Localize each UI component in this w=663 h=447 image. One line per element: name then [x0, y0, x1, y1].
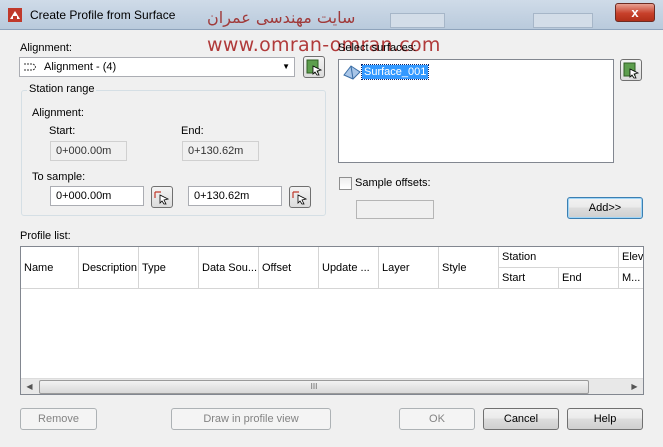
civil3d-app-icon [8, 8, 22, 22]
watermark-persian: سایت مهندسی عمران [207, 8, 356, 27]
to-sample-label: To sample: [32, 171, 86, 183]
close-button[interactable]: x [615, 3, 655, 22]
surface-icon [343, 65, 361, 80]
column-group-station: Station [499, 247, 619, 268]
surfaces-list[interactable]: Surface_001 [338, 59, 614, 163]
pick-point-icon [154, 191, 170, 205]
horizontal-scrollbar[interactable]: ◀ III ▶ [21, 378, 643, 394]
station-alignment-label: Alignment: [32, 107, 84, 119]
background-dropdown [533, 13, 593, 28]
alignment-label: Alignment: [20, 42, 72, 54]
column-group-elevation: Eleva [619, 247, 643, 268]
sample-offsets-input[interactable] [356, 200, 434, 219]
sample-offsets-checkbox[interactable] [339, 177, 352, 190]
background-dropdown [390, 13, 445, 28]
sample-offsets-label: Sample offsets: [355, 177, 431, 189]
add-button[interactable]: Add>> [567, 197, 643, 219]
column-header-offset[interactable]: Offset [259, 247, 319, 289]
chevron-down-icon[interactable]: ▼ [282, 62, 290, 71]
surface-name: Surface_001 [360, 64, 430, 80]
profile-list-label: Profile list: [20, 230, 71, 242]
alignment-icon [24, 63, 36, 71]
column-header-station-end[interactable]: End [559, 268, 619, 289]
alignment-selected: Alignment - (4) [44, 61, 117, 73]
alignment-end-value: 0+130.62m [182, 141, 259, 161]
pick-from-drawing-icon [306, 59, 323, 76]
profile-list-grid[interactable]: Name Description Type Data Sou... Offset… [20, 246, 644, 395]
column-header-elevation-min[interactable]: M... [619, 268, 643, 289]
pick-end-station-button[interactable] [289, 186, 311, 208]
help-button[interactable]: Help [567, 408, 643, 430]
pick-alignment-button[interactable] [303, 56, 325, 78]
column-header-name[interactable]: Name [21, 247, 79, 289]
start-label: Start: [49, 125, 76, 137]
window-title: Create Profile from Surface [30, 8, 176, 22]
column-header-type[interactable]: Type [139, 247, 199, 289]
remove-button[interactable]: Remove [20, 408, 97, 430]
column-header-layer[interactable]: Layer [379, 247, 439, 289]
sample-end-input[interactable]: 0+130.62m [188, 186, 282, 206]
ok-button[interactable]: OK [399, 408, 475, 430]
column-header-data-source[interactable]: Data Sou... [199, 247, 259, 289]
scrollbar-thumb[interactable]: III [39, 380, 589, 394]
pick-point-icon [292, 191, 308, 205]
draw-in-profile-view-button[interactable]: Draw in profile view [171, 408, 331, 430]
cancel-button[interactable]: Cancel [483, 408, 559, 430]
column-header-station-start[interactable]: Start [499, 268, 559, 289]
column-header-update[interactable]: Update ... [319, 247, 379, 289]
pick-from-drawing-icon [623, 62, 640, 79]
column-header-style[interactable]: Style [439, 247, 499, 289]
column-header-description[interactable]: Description [79, 247, 139, 289]
alignment-combo[interactable]: Alignment - (4) ▼ [19, 57, 295, 77]
alignment-start-value: 0+000.00m [50, 141, 127, 161]
end-label: End: [181, 125, 204, 137]
station-range-caption: Station range [27, 83, 97, 95]
sample-start-input[interactable]: 0+000.00m [50, 186, 144, 206]
scroll-left-arrow-icon[interactable]: ◀ [21, 379, 38, 394]
select-surfaces-label: Select surfaces: [338, 42, 417, 54]
pick-start-station-button[interactable] [151, 186, 173, 208]
pick-surface-button[interactable] [620, 59, 642, 81]
scroll-right-arrow-icon[interactable]: ▶ [626, 379, 643, 394]
